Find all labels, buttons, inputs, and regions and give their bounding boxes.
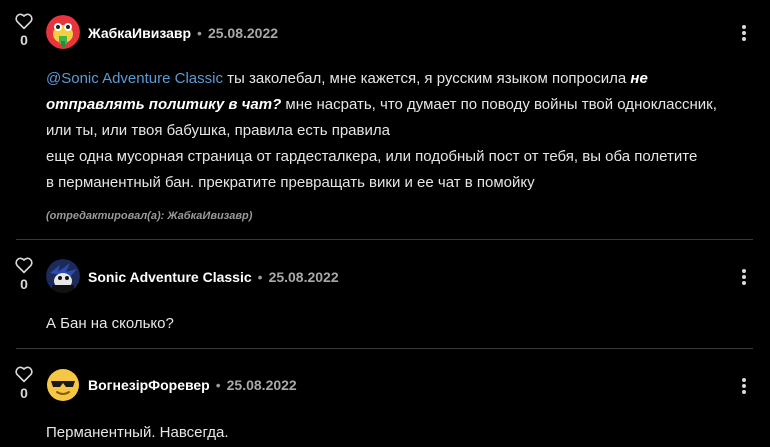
heart-icon[interactable] — [14, 256, 34, 274]
comment-text: мне насрать, что думает по поводу войны … — [281, 96, 717, 113]
comment-2: 0 Sonic Adventure Classic • 25.08.2022 А Б… — [0, 250, 770, 350]
edited-note: (отредактировал(а): ЖабкаИвизавр) — [46, 210, 253, 222]
comment-line: в перманентный бан. прекратите превращат… — [46, 174, 535, 191]
comment-date: 25.08.2022 — [268, 269, 339, 285]
comment-date: 25.08.2022 — [226, 377, 297, 393]
comment-header: Sonic Adventure Classic • 25.08.2022 — [88, 268, 339, 286]
sonic-avatar-icon — [46, 259, 80, 293]
avatar[interactable] — [46, 15, 80, 49]
sunglasses-emoji-avatar-icon — [47, 369, 79, 401]
comment-line: или ты, или твоя бабушка, правила есть п… — [46, 122, 390, 139]
vote-count: 0 — [20, 32, 28, 48]
comment-header: ВогнезірФоревер • 25.08.2022 — [88, 376, 297, 394]
emphasis-text: отправлять политику в чат? — [46, 96, 282, 113]
divider — [16, 239, 753, 240]
comment-body: Перманентный. Навсегда. — [46, 424, 229, 441]
comment-body: А Бан на сколько? — [46, 315, 174, 332]
vote-count: 0 — [20, 385, 28, 401]
separator-dot: • — [215, 377, 221, 393]
vote-widget: 0 — [14, 256, 34, 292]
comment-line: @Sonic Adventure Classic ты заколебал, м… — [46, 66, 761, 92]
more-options-icon[interactable] — [738, 23, 750, 43]
comment-3: 0 ВогнезірФоревер • 25.08.2022 Перманентны… — [0, 358, 770, 447]
heart-icon[interactable] — [14, 12, 34, 30]
more-options-icon[interactable] — [738, 376, 750, 396]
divider — [16, 348, 753, 349]
comment-line: еще одна мусорная страница от гардесталк… — [46, 148, 698, 165]
comment-header: ЖабкаИвизавр • 25.08.2022 — [88, 24, 278, 42]
comment-line: отправлять политику в чат? мне насрать, … — [46, 92, 761, 118]
avatar[interactable] — [46, 259, 80, 293]
frog-avatar-icon — [46, 15, 80, 49]
avatar[interactable] — [46, 368, 80, 402]
comment-date: 25.08.2022 — [207, 25, 279, 41]
heart-icon[interactable] — [14, 365, 34, 383]
author-name[interactable]: Sonic Adventure Classic — [88, 269, 252, 285]
separator-dot: • — [197, 25, 202, 41]
separator-dot: • — [257, 269, 263, 285]
comment-body: @Sonic Adventure Classic ты заколебал, м… — [46, 66, 761, 196]
author-name[interactable]: ВогнезірФоревер — [88, 377, 210, 393]
vote-widget: 0 — [14, 365, 34, 401]
vote-widget: 0 — [14, 12, 34, 48]
user-mention-link[interactable]: @Sonic Adventure Classic — [46, 70, 223, 87]
emphasis-text: не — [630, 70, 648, 87]
comment-1: 0 ЖабкаИвизавр • 25.08.2022 @Sonic Adventu… — [0, 0, 770, 240]
author-name[interactable]: ЖабкаИвизавр — [88, 25, 191, 41]
more-options-icon[interactable] — [738, 267, 750, 287]
vote-count: 0 — [20, 276, 28, 292]
comment-text: ты заколебал, мне кажется, я русским язы… — [222, 70, 631, 87]
